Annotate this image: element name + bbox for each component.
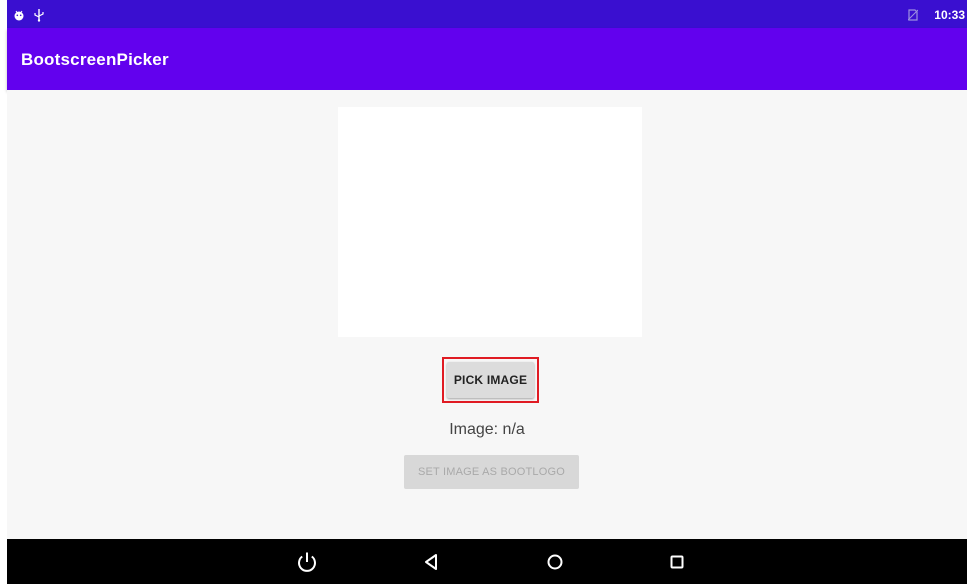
image-preview [338, 107, 642, 337]
navigation-bar [7, 539, 967, 584]
image-status-label: Image: n/a [449, 421, 525, 438]
status-bar: 10:33 [7, 0, 967, 28]
device-screen: 10:33 BootscreenPicker PICK IMAGE Image:… [7, 0, 967, 584]
no-sim-icon [907, 9, 920, 21]
usb-icon [33, 8, 45, 22]
set-bootlogo-button[interactable]: SET IMAGE AS BOOTLOGO [404, 455, 579, 489]
app-bar: BootscreenPicker [7, 28, 967, 90]
pick-image-button[interactable]: PICK IMAGE [447, 362, 534, 398]
recents-icon[interactable] [665, 550, 689, 574]
pick-image-highlight: PICK IMAGE [442, 357, 539, 403]
status-time: 10:33 [934, 8, 965, 22]
main-content: PICK IMAGE Image: n/a SET IMAGE AS BOOTL… [7, 90, 967, 539]
home-icon[interactable] [543, 550, 567, 574]
power-icon[interactable] [295, 550, 319, 574]
android-debug-icon [13, 8, 25, 21]
app-title: BootscreenPicker [21, 50, 169, 69]
back-icon[interactable] [419, 550, 443, 574]
